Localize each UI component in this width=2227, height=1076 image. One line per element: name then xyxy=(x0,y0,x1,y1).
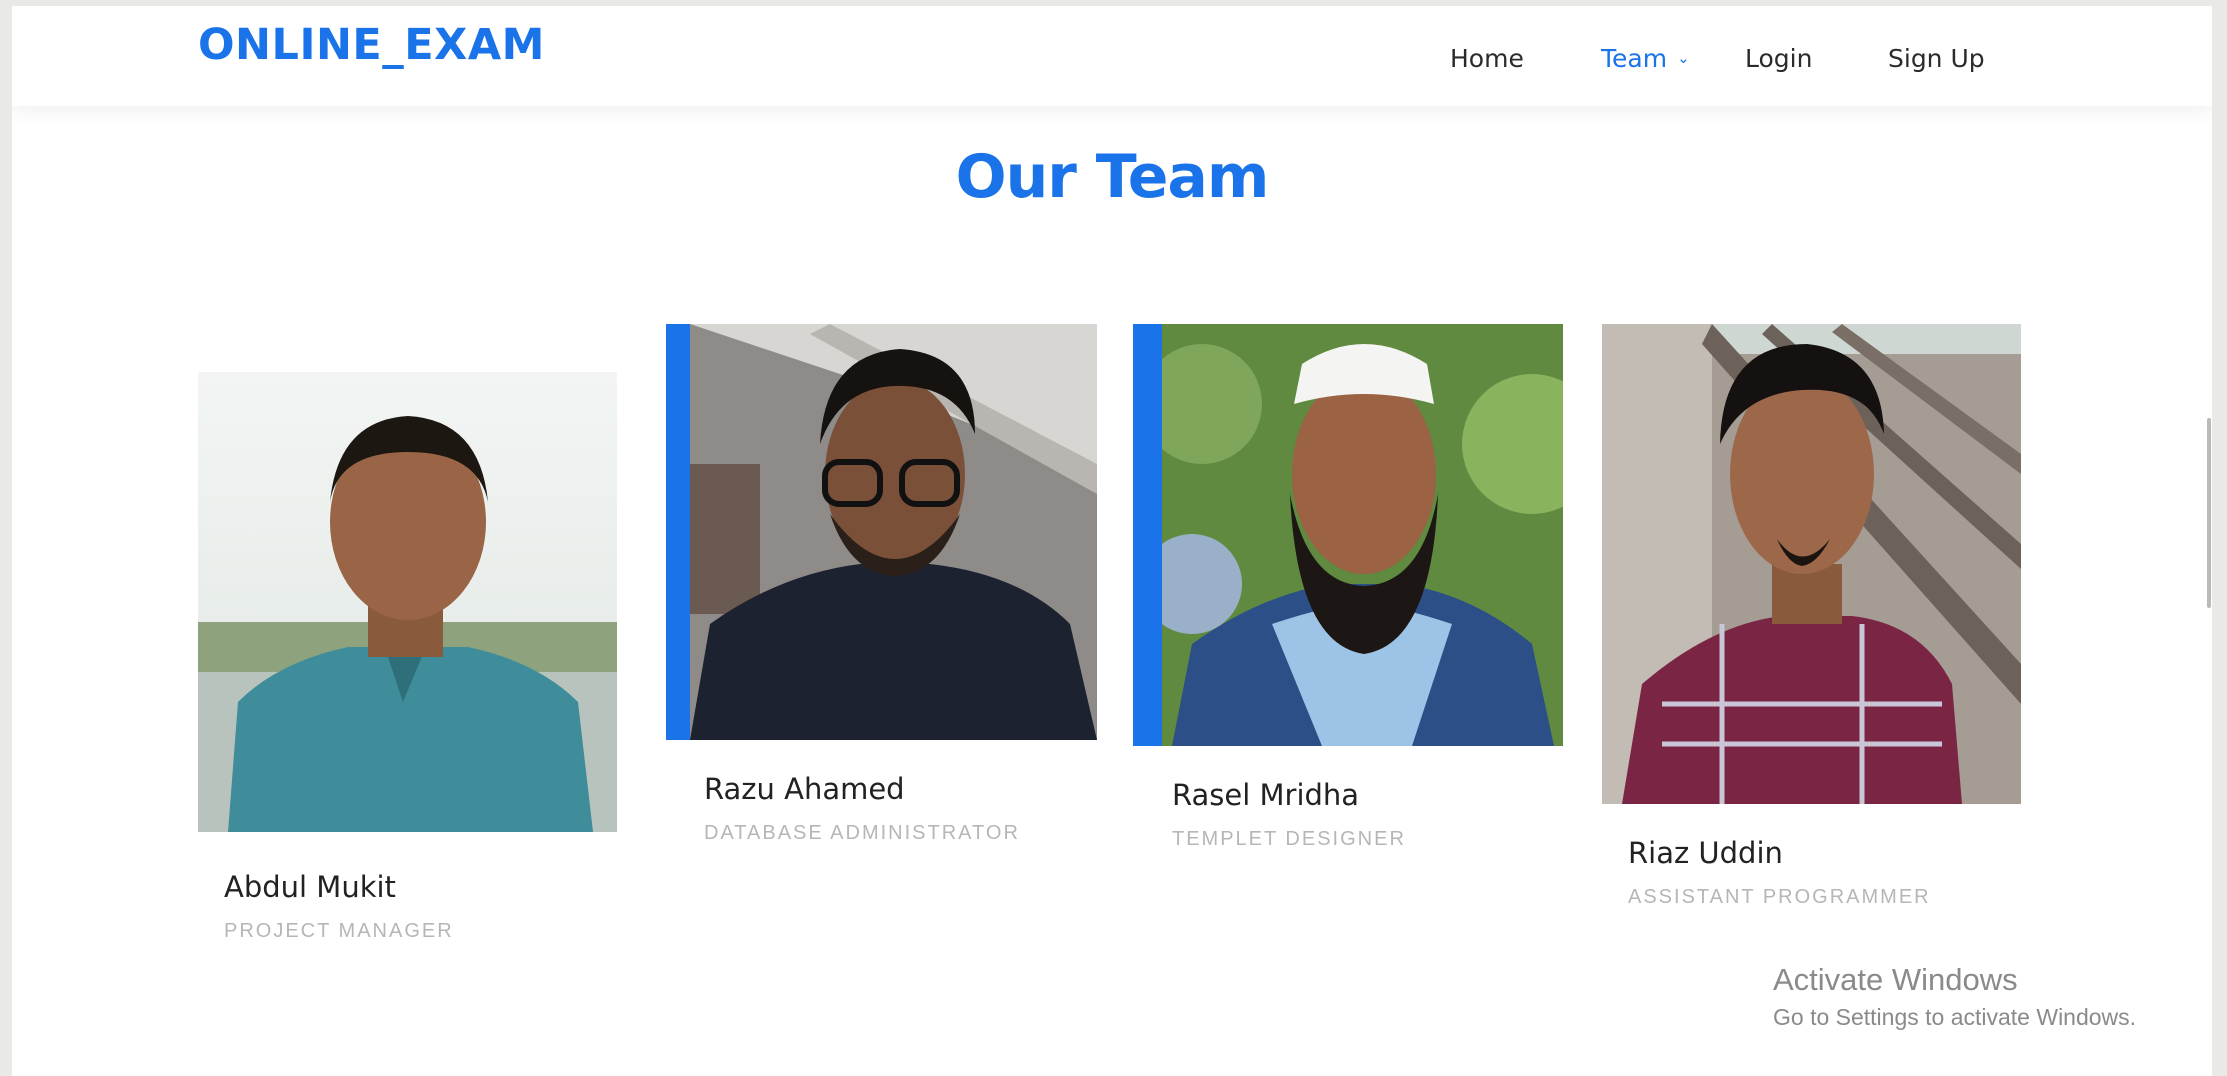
photo-accent-bar xyxy=(1133,324,1163,746)
nav-home[interactable]: Home xyxy=(1450,44,1524,73)
member-name: Abdul Mukit xyxy=(224,870,396,904)
watermark-subtitle: Go to Settings to activate Windows. xyxy=(1773,1004,2137,1030)
member-role: TEMPLET DESIGNER xyxy=(1172,828,1406,850)
nav-team-dropdown[interactable]: Team ⌄ xyxy=(1601,44,1690,73)
member-role: DATABASE ADMINISTRATOR xyxy=(704,822,1020,844)
brand-logo[interactable]: ONLINE_EXAM xyxy=(198,20,545,70)
member-role: ASSISTANT PROGRAMMER xyxy=(1628,886,1931,908)
member-name: Rasel Mridha xyxy=(1172,778,1360,812)
nav-team-label: Team xyxy=(1601,44,1668,73)
scrollbar-thumb[interactable] xyxy=(2207,418,2211,608)
member-name: Razu Ahamed xyxy=(704,772,905,806)
member-photo xyxy=(1602,324,2021,804)
navbar: ONLINE_EXAM Home Team ⌄ Login Sign Up xyxy=(12,6,2212,106)
chevron-down-icon: ⌄ xyxy=(1677,49,1690,67)
photo-accent-bar xyxy=(666,324,692,740)
member-role: PROJECT MANAGER xyxy=(224,920,454,942)
nav-login[interactable]: Login xyxy=(1745,44,1812,73)
member-name: Riaz Uddin xyxy=(1628,836,1783,870)
nav-signup[interactable]: Sign Up xyxy=(1888,44,1985,73)
member-photo xyxy=(198,372,617,832)
member-photo xyxy=(1162,324,1563,746)
activate-windows-watermark: Activate Windows Go to Settings to activ… xyxy=(1773,962,2136,1031)
member-photo xyxy=(690,324,1097,740)
page-viewport: ONLINE_EXAM Home Team ⌄ Login Sign Up Our… xyxy=(12,6,2212,1076)
section-title: Our Team xyxy=(955,142,1270,212)
watermark-title: Activate Windows xyxy=(1773,962,2018,997)
